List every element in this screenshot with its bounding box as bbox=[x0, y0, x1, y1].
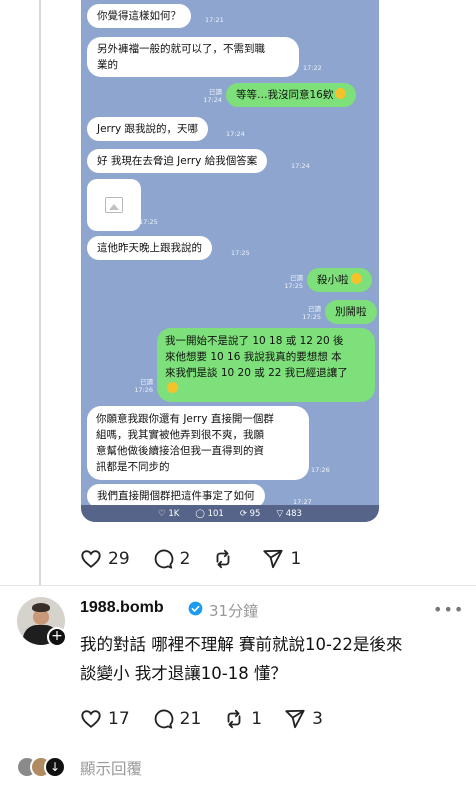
show-replies-link[interactable]: 顯示回覆 bbox=[80, 757, 142, 779]
emoji-icon bbox=[335, 88, 347, 99]
read-receipt: 已讀 bbox=[209, 88, 222, 96]
reply-like-count: 17 bbox=[108, 709, 130, 729]
stat-shares-value: 483 bbox=[285, 508, 302, 519]
read-receipt: 已讀 bbox=[140, 378, 153, 386]
read-receipt: 已讀 bbox=[308, 305, 321, 313]
post-action-bar: 29 2 1 bbox=[80, 548, 323, 570]
emoji-icon bbox=[167, 382, 178, 393]
reply-line: 我的對話 哪裡不理解 賽前就說10-22是後來 bbox=[80, 635, 403, 654]
like-count: 29 bbox=[108, 549, 130, 569]
verified-badge-icon bbox=[188, 601, 203, 616]
like-button[interactable]: 29 bbox=[80, 548, 130, 570]
repost-icon bbox=[217, 549, 230, 569]
chat-bubble-left: 另外褲襠一般的就可以了，不需到職 業的 bbox=[87, 37, 299, 77]
chat-image-thumbnail[interactable] bbox=[87, 179, 141, 231]
reply-username[interactable]: 1988.bomb bbox=[80, 599, 164, 617]
comment-icon bbox=[154, 709, 173, 729]
chat-bubble-right: 別鬧啦 bbox=[325, 300, 377, 324]
read-receipt: 已讀 bbox=[290, 274, 303, 282]
chat-timestamp: 17:25 bbox=[231, 249, 250, 257]
chat-bubble-right: 等等…我沒同意16欸 bbox=[226, 83, 357, 107]
chat-line: 等等…我沒同意16欸 bbox=[236, 89, 334, 101]
comment-icon bbox=[154, 549, 173, 569]
chat-bubble-right: 殺小啦 bbox=[307, 268, 372, 292]
send-icon bbox=[263, 549, 284, 569]
chat-bubble-right: 我一開始不是說了 10 18 或 12 20 後 來他想要 10 16 我說我真… bbox=[157, 328, 375, 402]
chat-line: 業的 bbox=[97, 59, 118, 71]
chat-bubble-left: 這他昨天晚上跟我說的 bbox=[87, 236, 212, 260]
stat-reposts-value: 95 bbox=[249, 508, 261, 519]
share-button[interactable]: 1 bbox=[262, 548, 301, 570]
chat-stats-bar: ♡ 1K ◯ 101 ⟳ 95 ▽ 483 bbox=[81, 505, 379, 522]
chat-timestamp: 17:25 bbox=[302, 313, 321, 321]
heart-icon bbox=[81, 550, 101, 568]
repost-icon bbox=[227, 709, 241, 729]
chat-timestamp: 17:25 bbox=[139, 218, 158, 226]
comment-count: 2 bbox=[179, 549, 191, 569]
chat-line: 來他想要 10 16 我說我真的要想想 本 bbox=[165, 351, 342, 363]
chat-line: 另外褲襠一般的就可以了，不需到職 bbox=[97, 43, 265, 55]
chat-timestamp: 17:21 bbox=[205, 16, 224, 24]
chat-timestamp: 17:24 bbox=[203, 96, 222, 104]
chat-bubble-left: Jerry 跟我說的，天哪 bbox=[87, 117, 209, 141]
stat-shares: ▽ 483 bbox=[276, 508, 302, 519]
chat-line: 意幫他做後續接洽但我一直得到的資 bbox=[96, 445, 264, 457]
emoji-icon bbox=[350, 273, 362, 284]
reply-share-count: 3 bbox=[312, 709, 323, 729]
chat-line: 你願意我跟你還有 Jerry 直接開一個群 bbox=[96, 413, 274, 425]
reply-repost-count: 1 bbox=[251, 709, 263, 729]
heart-icon bbox=[81, 710, 101, 728]
chat-line: 殺小啦 bbox=[317, 274, 349, 286]
reply-action-bar: 17 21 1 3 bbox=[80, 708, 345, 730]
chat-bubble-left: 你覺得這樣如何？ bbox=[87, 4, 191, 28]
chat-screenshot[interactable]: 你覺得這樣如何？ 17:21 另外褲襠一般的就可以了，不需到職 業的 17:22… bbox=[81, 0, 379, 522]
chat-timestamp: 17:26 bbox=[134, 386, 153, 394]
comment-button[interactable]: 2 bbox=[152, 548, 191, 570]
chat-bubble-left: 好 我現在去脅迫 Jerry 給我個答案 bbox=[87, 149, 268, 173]
chat-line: 來我們是談 10 20 或 22 我已經退讓了 bbox=[165, 367, 348, 379]
reply-comment-count: 21 bbox=[179, 709, 202, 729]
stat-likes-value: 1K bbox=[168, 508, 180, 519]
stat-comments: ◯ 101 bbox=[195, 508, 224, 519]
stat-comments-value: 101 bbox=[207, 508, 224, 519]
send-icon bbox=[285, 709, 305, 729]
reply-timestamp: 31分鐘 bbox=[209, 602, 259, 620]
follow-plus-icon[interactable]: + bbox=[47, 627, 67, 647]
reply-avatars: ↓ bbox=[16, 756, 68, 780]
reply-repost-button[interactable]: 1 bbox=[223, 708, 262, 730]
stat-likes: ♡ 1K bbox=[158, 508, 180, 519]
divider bbox=[0, 585, 476, 586]
reply-comment-button[interactable]: 21 bbox=[152, 708, 202, 730]
arrow-down-icon: ↓ bbox=[44, 756, 66, 778]
chat-bubble-left: 你願意我跟你還有 Jerry 直接開一個群 組嗎，我其實被他弄到很不爽，我願 意… bbox=[87, 406, 309, 480]
more-options-icon[interactable]: ••• bbox=[433, 600, 464, 619]
chat-line: 訊都是不同步的 bbox=[96, 461, 170, 473]
chat-timestamp: 17:22 bbox=[303, 64, 322, 72]
reply-text: 我的對話 哪裡不理解 賽前就說10-22是後來 談變小 我才退讓10-18 懂？ bbox=[80, 630, 450, 688]
thread-connector-line bbox=[39, 0, 41, 585]
reply-share-button[interactable]: 3 bbox=[284, 708, 323, 730]
avatar-hair bbox=[32, 603, 50, 612]
chat-timestamp: 17:24 bbox=[226, 130, 245, 138]
chat-line: 組嗎，我其實被他弄到很不爽，我願 bbox=[96, 429, 264, 441]
share-count: 1 bbox=[290, 549, 302, 569]
chat-timestamp: 17:25 bbox=[284, 282, 303, 290]
chat-timestamp: 17:26 bbox=[311, 466, 330, 474]
reply-like-button[interactable]: 17 bbox=[80, 708, 130, 730]
chat-timestamp: 17:24 bbox=[291, 162, 310, 170]
image-placeholder-icon bbox=[105, 197, 123, 213]
reply-line: 談變小 我才退讓10-18 懂？ bbox=[80, 664, 287, 683]
chat-line: 我一開始不是說了 10 18 或 12 20 後 bbox=[165, 335, 344, 347]
repost-button[interactable] bbox=[212, 548, 240, 570]
stat-reposts: ⟳ 95 bbox=[239, 508, 261, 519]
